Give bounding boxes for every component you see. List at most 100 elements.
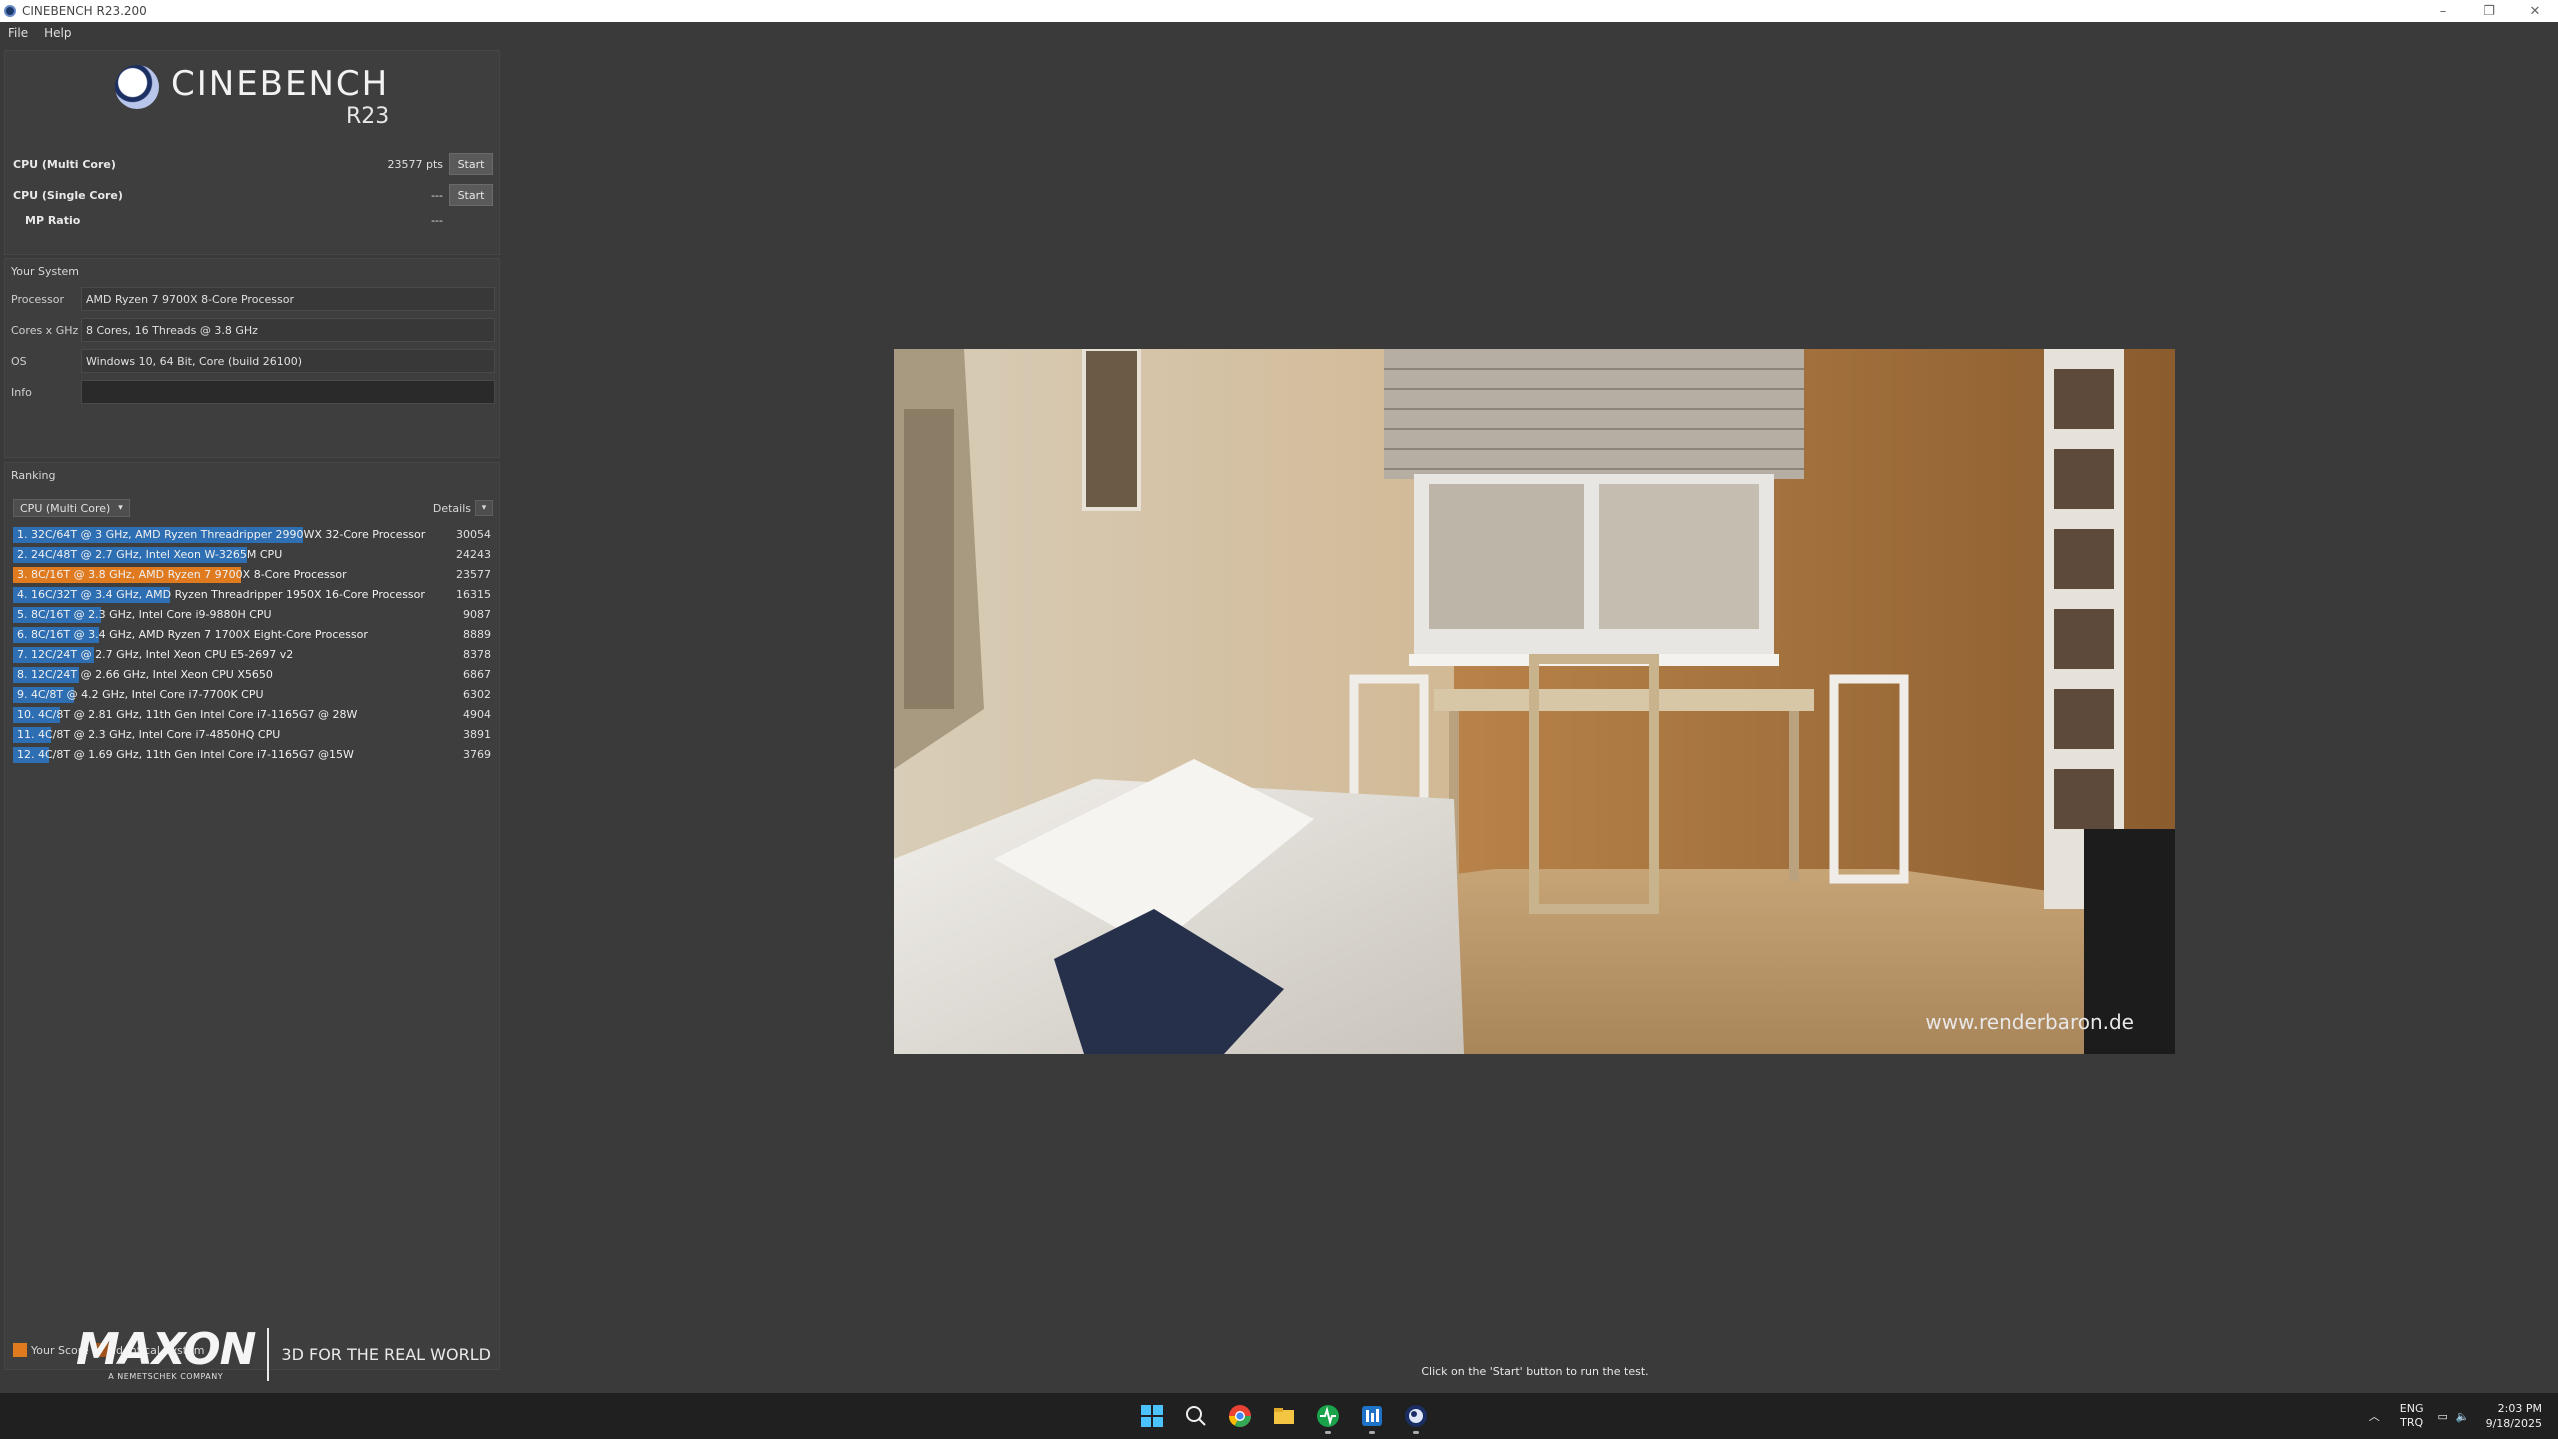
- title-bar: CINEBENCH R23.200 – ❐ ✕: [0, 0, 2558, 22]
- rank-row[interactable]: 2. 24C/48T @ 2.7 GHz, Intel Xeon W-3265M…: [13, 545, 495, 565]
- os-key: OS: [11, 354, 27, 368]
- cinebench-logo-icon: [115, 65, 159, 109]
- ranking-section-title: Ranking: [11, 469, 56, 482]
- system-tray: ︿ ENG TRQ ▭ 🔈 2:03 PM 9/18/2025: [2369, 1393, 2542, 1439]
- rank-score: 23577: [456, 568, 491, 581]
- cores-field: 8 Cores, 16 Threads @ 3.8 GHz: [81, 318, 495, 342]
- rank-label: 12. 4C/8T @ 1.69 GHz, 11th Gen Intel Cor…: [17, 748, 354, 761]
- multi-core-label: CPU (Multi Core): [13, 157, 116, 171]
- details-toggle[interactable]: Details ▾: [433, 500, 493, 516]
- rank-label: 8. 12C/24T @ 2.66 GHz, Intel Xeon CPU X5…: [17, 668, 273, 681]
- chrome-icon[interactable]: [1218, 1400, 1262, 1432]
- search-icon[interactable]: [1174, 1400, 1218, 1432]
- window-title: CINEBENCH R23.200: [22, 4, 147, 18]
- os-field: Windows 10, 64 Bit, Core (build 26100): [81, 349, 495, 373]
- chevron-down-icon: ▾: [118, 503, 123, 513]
- file-explorer-icon[interactable]: [1262, 1400, 1306, 1432]
- multi-core-score: 23577 pts: [387, 157, 443, 171]
- rank-row[interactable]: 6. 8C/16T @ 3.4 GHz, AMD Ryzen 7 1700X E…: [13, 625, 495, 645]
- system-panel: Your System Processor AMD Ryzen 7 9700X …: [4, 258, 500, 458]
- rank-score: 16315: [456, 588, 491, 601]
- rank-score: 3769: [463, 748, 491, 761]
- rank-row[interactable]: 1. 32C/64T @ 3 GHz, AMD Ryzen Threadripp…: [13, 525, 495, 545]
- rank-score: 30054: [456, 528, 491, 541]
- chevron-down-icon[interactable]: ▾: [475, 500, 493, 516]
- cinebench-app-icon: [4, 5, 16, 17]
- cinebench-logo: CINEBENCH R23: [115, 65, 389, 129]
- maxon-subtitle: A NEMETSCHEK COMPANY: [108, 1372, 224, 1381]
- minimize-button[interactable]: –: [2420, 0, 2466, 22]
- single-core-start-button[interactable]: Start: [449, 184, 493, 206]
- rank-label: 11. 4C/8T @ 2.3 GHz, Intel Core i7-4850H…: [17, 728, 281, 741]
- single-core-score: ---: [431, 188, 443, 202]
- rank-label: 7. 12C/24T @ 2.7 GHz, Intel Xeon CPU E5-…: [17, 648, 294, 661]
- keyboard-layout: TRQ: [2400, 1416, 2424, 1429]
- system-row-cores: Cores x GHz 8 Cores, 16 Threads @ 3.8 GH…: [11, 318, 495, 342]
- rank-score: 6867: [463, 668, 491, 681]
- status-message: Click on the 'Start' button to run the t…: [1421, 1365, 1649, 1378]
- details-label: Details: [432, 501, 471, 515]
- processor-field: AMD Ryzen 7 9700X 8-Core Processor: [81, 287, 495, 311]
- test-panel: CINEBENCH R23 CPU (Multi Core) 23577 pts…: [4, 50, 500, 255]
- test-row-single: CPU (Single Core) --- Start: [13, 182, 493, 208]
- system-row-processor: Processor AMD Ryzen 7 9700X 8-Core Proce…: [11, 287, 495, 311]
- taskbar-icons: [1130, 1400, 1438, 1434]
- logo-version: R23: [345, 104, 390, 129]
- clock-time: 2:03 PM: [2497, 1402, 2542, 1415]
- restore-button[interactable]: ❐: [2466, 0, 2512, 22]
- rank-score: 8889: [463, 628, 491, 641]
- ranking-dropdown[interactable]: CPU (Multi Core) ▾: [13, 499, 130, 517]
- rank-row[interactable]: 8. 12C/24T @ 2.66 GHz, Intel Xeon CPU X5…: [13, 665, 495, 685]
- close-button[interactable]: ✕: [2512, 0, 2558, 22]
- maxon-branding: MAXON A NEMETSCHEK COMPANY 3D FOR THE RE…: [76, 1328, 491, 1381]
- info-field[interactable]: [81, 380, 495, 404]
- volume-icon[interactable]: 🔈: [2456, 1410, 2470, 1423]
- rank-row[interactable]: 10. 4C/8T @ 2.81 GHz, 11th Gen Intel Cor…: [13, 705, 495, 725]
- menu-help[interactable]: Help: [36, 26, 79, 40]
- menu-bar: File Help: [0, 22, 2558, 44]
- activity-icon[interactable]: [1306, 1400, 1350, 1434]
- rank-label: 9. 4C/8T @ 4.2 GHz, Intel Core i7-7700K …: [17, 688, 264, 701]
- single-core-label: CPU (Single Core): [13, 188, 123, 202]
- rank-row[interactable]: 9. 4C/8T @ 4.2 GHz, Intel Core i7-7700K …: [13, 685, 495, 705]
- maxon-logo: MAXON A NEMETSCHEK COMPANY: [76, 1324, 270, 1381]
- rank-row[interactable]: 4. 16C/32T @ 3.4 GHz, AMD Ryzen Threadri…: [13, 585, 495, 605]
- ranking-panel: Ranking CPU (Multi Core) ▾ Details ▾ 1. …: [4, 462, 500, 1370]
- rank-row[interactable]: 11. 4C/8T @ 2.3 GHz, Intel Core i7-4850H…: [13, 725, 495, 745]
- test-row-multi: CPU (Multi Core) 23577 pts Start: [13, 151, 493, 177]
- rank-row[interactable]: 7. 12C/24T @ 2.7 GHz, Intel Xeon CPU E5-…: [13, 645, 495, 665]
- taskbar: ︿ ENG TRQ ▭ 🔈 2:03 PM 9/18/2025: [0, 1393, 2558, 1439]
- network-icon[interactable]: ▭: [2437, 1410, 2447, 1423]
- windows-start-icon[interactable]: [1130, 1400, 1174, 1432]
- clock-date: 9/18/2025: [2485, 1417, 2542, 1430]
- system-section-title: Your System: [11, 265, 79, 278]
- running-indicator: [1325, 1431, 1331, 1434]
- render-preview: www.renderbaron.de: [894, 349, 2175, 1054]
- mp-ratio-label: MP Ratio: [25, 213, 81, 227]
- clock[interactable]: 2:03 PM 9/18/2025: [2486, 1401, 2542, 1431]
- rank-row[interactable]: 5. 8C/16T @ 2.3 GHz, Intel Core i9-9880H…: [13, 605, 495, 625]
- rank-score: 8378: [463, 648, 491, 661]
- cpu-monitor-icon[interactable]: [1350, 1400, 1394, 1434]
- rank-score: 4904: [463, 708, 491, 721]
- multi-core-start-button[interactable]: Start: [449, 153, 493, 175]
- rank-label: 1. 32C/64T @ 3 GHz, AMD Ryzen Threadripp…: [17, 528, 426, 541]
- menu-file[interactable]: File: [0, 26, 36, 40]
- system-row-os: OS Windows 10, 64 Bit, Core (build 26100…: [11, 349, 495, 373]
- system-row-info: Info: [11, 380, 495, 404]
- rank-row[interactable]: 3. 8C/16T @ 3.8 GHz, AMD Ryzen 7 9700X 8…: [13, 565, 495, 585]
- rank-score: 6302: [463, 688, 491, 701]
- info-key: Info: [11, 385, 32, 399]
- rank-label: 10. 4C/8T @ 2.81 GHz, 11th Gen Intel Cor…: [17, 708, 358, 721]
- language-indicator[interactable]: ENG TRQ: [2400, 1402, 2424, 1430]
- cores-key: Cores x GHz: [11, 323, 79, 337]
- maxon-wordmark: MAXON: [76, 1324, 256, 1375]
- rank-label: 2. 24C/48T @ 2.7 GHz, Intel Xeon W-3265M…: [17, 548, 283, 561]
- rank-score: 3891: [463, 728, 491, 741]
- chevron-up-icon[interactable]: ︿: [2369, 1408, 2380, 1424]
- mp-ratio-value: ---: [431, 213, 443, 227]
- ranking-dropdown-value: CPU (Multi Core): [20, 501, 111, 515]
- render-watermark: www.renderbaron.de: [1925, 1010, 2134, 1034]
- rank-row[interactable]: 12. 4C/8T @ 1.69 GHz, 11th Gen Intel Cor…: [13, 745, 495, 765]
- cinebench-icon[interactable]: [1394, 1400, 1438, 1434]
